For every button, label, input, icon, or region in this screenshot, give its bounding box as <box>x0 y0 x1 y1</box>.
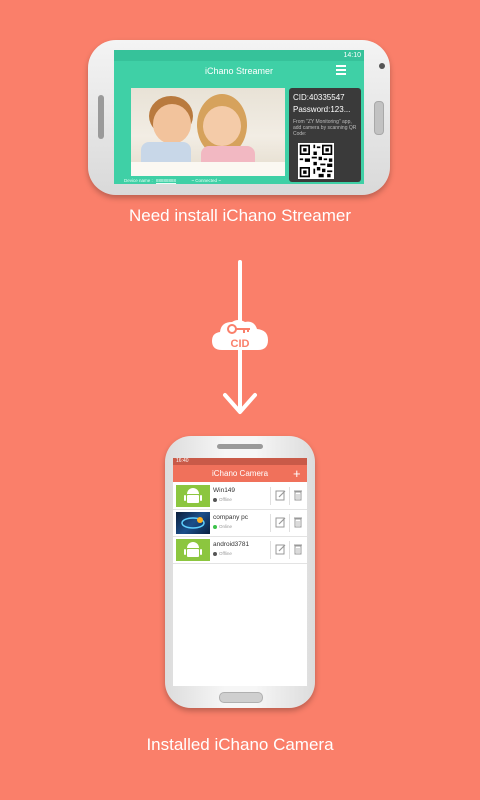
camera-list-item[interactable]: Win149 Offline <box>173 483 307 510</box>
caption-installed-camera: Installed iChano Camera <box>146 735 334 754</box>
cid-label: CID:40335547 <box>293 93 345 102</box>
qr-instruction: From "ZY Monitoring" app, add camera by … <box>293 119 357 137</box>
camera-name: company pc <box>213 514 249 521</box>
cloud-key-icon: CID <box>212 320 268 350</box>
streamer-phone-mockup: 14:10 iChano Streamer CID:40335547 Passw… <box>88 40 390 195</box>
menu-icon[interactable] <box>336 65 346 75</box>
camera-app-screen: 16:40 iChano Camera + Win149 Offline com… <box>173 458 307 686</box>
android-icon <box>176 539 210 561</box>
android-icon <box>176 485 210 507</box>
edit-icon[interactable] <box>275 490 286 501</box>
caption-install-streamer: Need install iChano Streamer <box>128 206 352 225</box>
child-face-left <box>153 104 191 144</box>
trash-icon[interactable] <box>293 489 303 501</box>
phone-speaker <box>217 444 263 449</box>
status-time: 14:10 <box>343 52 361 59</box>
status-bar: 16:40 <box>173 458 307 465</box>
device-name-label: Device name : <box>124 178 153 183</box>
add-camera-button[interactable]: + <box>293 465 301 482</box>
camera-phone-mockup: 16:40 iChano Camera + Win149 Offline com… <box>165 436 315 708</box>
camera-snapshot <box>176 512 210 534</box>
edit-icon[interactable] <box>275 544 286 555</box>
phone-home-button <box>374 101 384 135</box>
connected-status: ~ Connected ~ <box>191 178 221 183</box>
camera-status: Online <box>213 524 232 529</box>
camera-app-title: iChano Camera <box>173 465 307 482</box>
child-face-right <box>203 106 241 146</box>
cid-panel: CID:40335547 Password:123... From "ZY Mo… <box>289 88 361 182</box>
edit-icon[interactable] <box>275 517 286 528</box>
streamer-title: iChano Streamer <box>204 66 274 76</box>
status-bar: 14:10 <box>114 50 364 61</box>
camera-list-item[interactable]: company pc Online <box>173 510 307 537</box>
phone-camera-lens <box>379 63 385 69</box>
camera-status: Offline <box>213 551 232 556</box>
arrow-down-icon <box>223 393 257 414</box>
streamer-screen: 14:10 iChano Streamer CID:40335547 Passw… <box>114 50 364 184</box>
camera-name: android3781 <box>213 541 250 548</box>
phone-home-button <box>219 692 263 703</box>
camera-name: Win149 <box>213 487 236 494</box>
camera-list-item[interactable]: android3781 Offline <box>173 537 307 564</box>
password-label: Password:123... <box>293 105 351 114</box>
trash-icon[interactable] <box>293 516 303 528</box>
camera-preview <box>131 88 285 176</box>
phone-speaker <box>98 95 104 139</box>
status-time: 16:40 <box>176 458 189 464</box>
qr-code <box>298 143 334 179</box>
camera-status: Offline <box>213 497 232 502</box>
book <box>131 162 285 176</box>
device-info-bar: Device name : 88888888 ~ Connected ~ <box>124 178 324 184</box>
trash-icon[interactable] <box>293 543 303 555</box>
device-name-value: 88888888 <box>156 178 177 183</box>
cid-badge-text: CID <box>231 338 250 350</box>
